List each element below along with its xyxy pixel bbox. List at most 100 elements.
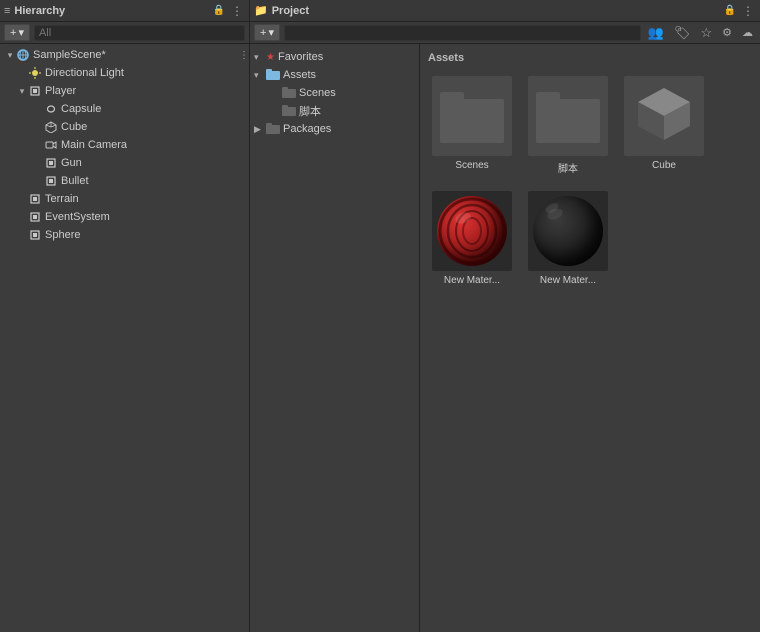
project-add-arrow: ▾: [268, 26, 274, 39]
cube-asset-label: Cube: [652, 160, 676, 171]
hierarchy-more-icon[interactable]: ⋮: [229, 4, 245, 18]
project-title: Project: [272, 5, 720, 17]
hierarchy-title: Hierarchy: [14, 5, 208, 17]
scene-name: SampleScene*: [33, 49, 106, 61]
material-red-label: New Mater...: [444, 275, 500, 286]
asset-item-material-red[interactable]: New Mater...: [428, 187, 516, 290]
scenes-thumbnail: [432, 76, 512, 156]
material-red-thumbnail: [432, 191, 512, 271]
hierarchy-add-button[interactable]: + ▾: [4, 24, 30, 41]
project-settings-icon[interactable]: ⚙: [719, 26, 735, 39]
project-search-input[interactable]: [284, 25, 641, 41]
project-accounts-icon[interactable]: 👥: [645, 25, 667, 41]
asset-item-scripts[interactable]: 脚本: [524, 72, 612, 179]
assets-label: Assets: [283, 69, 316, 81]
project-scenes-item[interactable]: ▶ Scenes: [250, 84, 419, 102]
hierarchy-add-plus: +: [10, 27, 16, 39]
assets-expand-arrow: ▾: [254, 70, 266, 81]
hierarchy-item-terrain[interactable]: ▶ Terrain: [0, 190, 249, 208]
hierarchy-toolbar: + ▾: [0, 22, 249, 44]
project-toolbar: + ▾ 👥 🏷 ☆ ⚙ ☁: [250, 22, 760, 44]
hierarchy-item-directional-light[interactable]: ▶ Directional Light: [0, 64, 249, 82]
hierarchy-add-arrow: ▾: [18, 26, 24, 39]
scripts-folder-icon: [282, 104, 296, 119]
hierarchy-item-player[interactable]: ▾ Player: [0, 82, 249, 100]
project-more-icon[interactable]: ⋮: [740, 4, 756, 18]
favorites-star-icon: ★: [266, 52, 275, 63]
material-red-ball: [437, 196, 507, 266]
project-tag-icon[interactable]: 🏷: [671, 25, 694, 41]
project-scripts-item[interactable]: ▶ 脚本: [250, 102, 419, 120]
material-black-label: New Mater...: [540, 275, 596, 286]
project-icon: 📁: [254, 4, 268, 17]
assets-folder-icon: [266, 68, 280, 83]
cube-child-label: Cube: [61, 121, 87, 133]
hierarchy-item-gun[interactable]: ▶ Gun: [0, 154, 249, 172]
eventsystem-icon: [28, 210, 42, 224]
hierarchy-item-cube[interactable]: ▶ Cube: [0, 118, 249, 136]
assets-grid: Scenes 脚本: [428, 72, 752, 290]
scenes-folder-icon: [282, 86, 296, 101]
terrain-icon: [28, 192, 42, 206]
scripts-thumbnail: [528, 76, 608, 156]
hierarchy-item-bullet[interactable]: ▶ Bullet: [0, 172, 249, 190]
directional-light-label: Directional Light: [45, 67, 124, 79]
gun-icon: [44, 156, 58, 170]
project-header: 📁 Project 🔒 ⋮: [250, 0, 760, 22]
player-icon: [28, 84, 42, 98]
material-black-thumbnail: [528, 191, 608, 271]
scenes-asset-label: Scenes: [455, 160, 488, 171]
project-favorites-item[interactable]: ▾ ★ Favorites: [250, 48, 419, 66]
main-camera-label: Main Camera: [61, 139, 127, 151]
hierarchy-search-input[interactable]: [34, 25, 245, 41]
scenes-label: Scenes: [299, 87, 336, 99]
packages-label: Packages: [283, 123, 331, 135]
sphere-icon: [28, 228, 42, 242]
player-expand-arrow: ▾: [16, 86, 28, 97]
directional-light-icon: [28, 66, 42, 80]
hierarchy-item-capsule[interactable]: ▶ Capsule: [0, 100, 249, 118]
project-body: ▾ ★ Favorites ▾ Assets: [250, 44, 760, 632]
material-black-ball: [533, 196, 603, 266]
hierarchy-header: ≡ Hierarchy 🔒 ⋮: [0, 0, 249, 22]
scripts-label: 脚本: [299, 103, 321, 119]
scene-expand-arrow: ▾: [4, 50, 16, 61]
scene-more-icon[interactable]: ⋮: [239, 50, 249, 61]
hierarchy-item-eventsystem[interactable]: ▶ EventSystem: [0, 208, 249, 226]
project-packages-item[interactable]: ▶ Packages: [250, 120, 419, 138]
sphere-label: Sphere: [45, 229, 80, 241]
favorites-expand-arrow: ▾: [254, 52, 266, 63]
main-camera-icon: [44, 138, 58, 152]
assets-area-title: Assets: [428, 52, 752, 64]
gun-label: Gun: [61, 157, 82, 169]
asset-item-material-black[interactable]: New Mater...: [524, 187, 612, 290]
bullet-icon: [44, 174, 58, 188]
capsule-label: Capsule: [61, 103, 101, 115]
bullet-label: Bullet: [61, 175, 89, 187]
favorites-label: Favorites: [278, 51, 323, 63]
player-label: Player: [45, 85, 76, 97]
hierarchy-scene-root[interactable]: ▾ SampleScene* ⋮: [0, 46, 249, 64]
hierarchy-item-main-camera[interactable]: ▶ Main Camera: [0, 136, 249, 154]
eventsystem-label: EventSystem: [45, 211, 110, 223]
asset-item-scenes[interactable]: Scenes: [428, 72, 516, 179]
assets-area: Assets Scenes: [420, 44, 760, 632]
project-cloud-icon[interactable]: ☁: [739, 26, 756, 39]
hierarchy-icon: ≡: [4, 5, 10, 17]
project-star-icon[interactable]: ☆: [697, 25, 715, 41]
project-assets-item[interactable]: ▾ Assets: [250, 66, 419, 84]
project-lock-icon[interactable]: 🔒: [724, 5, 736, 16]
project-sidebar: ▾ ★ Favorites ▾ Assets: [250, 44, 420, 632]
capsule-icon: [44, 102, 58, 116]
hierarchy-lock-icon[interactable]: 🔒: [213, 5, 225, 16]
project-panel: 📁 Project 🔒 ⋮ + ▾ 👥 🏷 ☆ ⚙ ☁ ▾ ★: [250, 0, 760, 632]
hierarchy-content: ▾ SampleScene* ⋮ ▶: [0, 44, 249, 632]
scene-icon: [16, 48, 30, 62]
packages-expand-arrow: ▶: [254, 124, 266, 135]
hierarchy-item-sphere[interactable]: ▶ Sphere: [0, 226, 249, 244]
scripts-asset-label: 脚本: [558, 160, 578, 175]
project-add-button[interactable]: + ▾: [254, 24, 280, 41]
asset-item-cube[interactable]: Cube: [620, 72, 708, 179]
cube-thumbnail: [624, 76, 704, 156]
terrain-label: Terrain: [45, 193, 79, 205]
